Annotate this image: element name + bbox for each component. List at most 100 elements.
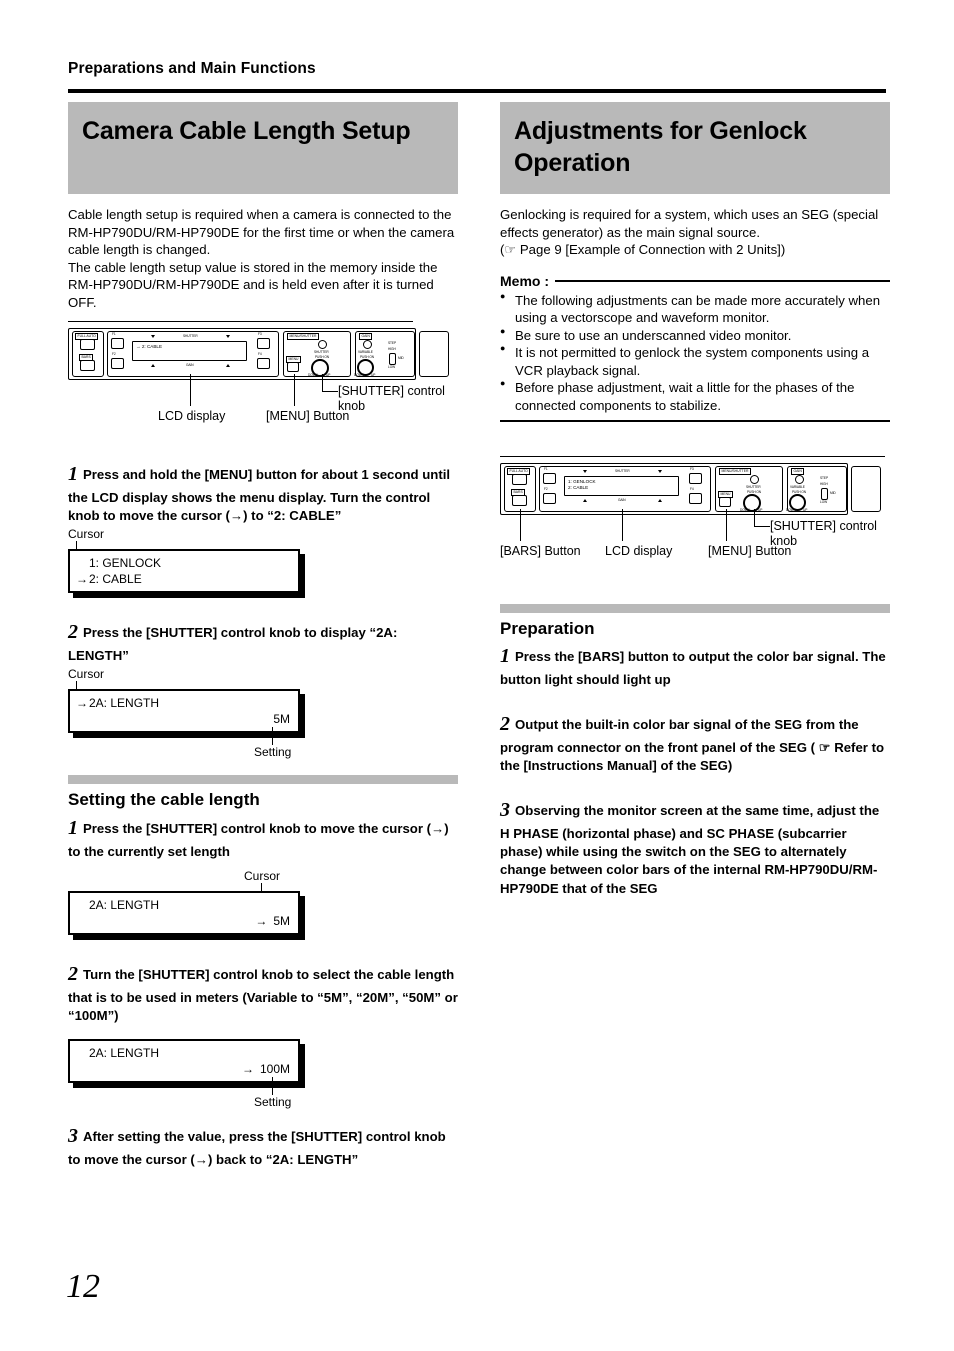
f2-label: F2 bbox=[112, 352, 116, 357]
f2-button[interactable] bbox=[111, 358, 124, 370]
gain-step-switch[interactable] bbox=[389, 353, 396, 366]
lcd-example-2-line-1-cursor: → bbox=[76, 696, 88, 711]
shutter-right-arrow-icon bbox=[226, 335, 230, 339]
lcd-example-4-line-2: → 100M bbox=[76, 1062, 290, 1078]
preparation-step-2-text: Output the built-in color bar signal of … bbox=[500, 717, 885, 774]
right-shutter-top-label: SHUTTER bbox=[615, 469, 630, 474]
right-f1-button[interactable] bbox=[543, 473, 556, 485]
preparation-step-1: 1 Press the [BARS] button to output the c… bbox=[500, 643, 890, 689]
right-bars-button[interactable] bbox=[512, 495, 527, 507]
right-panel-group-partial bbox=[851, 466, 881, 513]
preparation-step-2: 2 Output the built-in color bar signal of… bbox=[500, 711, 890, 775]
lcd-example-1-line-2: → 2: CABLE bbox=[76, 572, 290, 588]
right-menu-shutter-group-label: MENU/SHUTTER bbox=[719, 468, 751, 475]
right-title-band: Adjustments for Genlock Operation bbox=[500, 102, 890, 194]
subsection-step-3-number: 3 bbox=[68, 1124, 78, 1147]
right-f2-button[interactable] bbox=[543, 493, 556, 505]
right-device-front-panel: FULL AUTO BARS F1 F2 SHUTTER 1: GENLOCK 2… bbox=[500, 463, 881, 516]
right-column: Adjustments for Genlock Operation Genloc… bbox=[500, 102, 890, 898]
lcd-display: → 2: CABLE bbox=[132, 341, 247, 362]
f1-button[interactable] bbox=[111, 338, 124, 350]
right-lcd-display: 1: GENLOCK 2: CABLE bbox=[564, 476, 679, 497]
lcd-example-1-line-1-text: 1: GENLOCK bbox=[89, 556, 162, 571]
right-callout-lcd-display: LCD display bbox=[605, 544, 673, 559]
left-step-1-text: Press and hold the [MENU] button for abo… bbox=[68, 467, 451, 524]
lcd-example-2: → 2A: LENGTH 5M bbox=[68, 689, 300, 734]
left-page-title: Camera Cable Length Setup bbox=[82, 117, 411, 145]
lcd-example-3-wrap: Cursor 2A: LENGTH → 5M bbox=[68, 869, 458, 935]
left-title-band: Camera Cable Length Setup bbox=[68, 102, 458, 194]
subsection-step-2-number: 2 bbox=[68, 962, 78, 985]
bars-button[interactable] bbox=[80, 360, 95, 372]
device-front-panel: FULL AUTO BARS F1 F2 SHUTTER → 2: CABLE … bbox=[68, 328, 449, 381]
right-f2-label: F2 bbox=[544, 487, 548, 492]
left-step-2-text: Press the [SHUTTER] control knob to disp… bbox=[68, 625, 398, 663]
lcd-example-4-line-1: 2A: LENGTH bbox=[76, 1046, 290, 1062]
right-step-mid-label: MID bbox=[830, 491, 836, 496]
leader-menu bbox=[294, 374, 295, 407]
right-intro-paragraph-1: Genlocking is required for a system, whi… bbox=[500, 207, 879, 240]
preparation-step-3-text: Observing the monitor screen at the same… bbox=[500, 803, 880, 896]
lcd-example-1-line-2-text: 2: CABLE bbox=[89, 572, 142, 587]
f3-button[interactable] bbox=[257, 338, 270, 350]
preparation-bar bbox=[500, 604, 890, 614]
leader-shutter bbox=[322, 374, 323, 392]
right-leader-shutter-h bbox=[754, 526, 770, 528]
left-intro-paragraph-2: The cable length setup value is stored i… bbox=[68, 259, 438, 310]
subsection-bar bbox=[68, 775, 458, 785]
right-full-auto-button[interactable] bbox=[512, 474, 527, 486]
variable-label: VARIABLE bbox=[358, 350, 373, 355]
lcd-example-2-value: 5M bbox=[273, 712, 290, 727]
header-divider bbox=[68, 89, 886, 93]
memo-item: The following adjustments can be made mo… bbox=[500, 291, 890, 327]
right-shutter-right-arrow-icon bbox=[658, 470, 662, 474]
menu-shutter-group-label: MENU/SHUTTER bbox=[287, 333, 319, 340]
lcd-example-2-setting-leader bbox=[272, 727, 273, 746]
memo-item: Before phase adjustment, wait a little f… bbox=[500, 378, 890, 414]
subsection-step-1-number: 1 bbox=[68, 817, 78, 840]
right-shutter-left-arrow-icon bbox=[583, 470, 587, 474]
shutter-up-label: UP bbox=[326, 373, 331, 378]
manual-page: Preparations and Main Functions Camera C… bbox=[0, 0, 954, 1351]
preparation-step-3-number: 3 bbox=[500, 799, 510, 822]
right-leader-menu bbox=[726, 509, 727, 542]
subsection-step-2: 2 Turn the [SHUTTER] control knob to sele… bbox=[68, 961, 458, 1025]
right-gain-step-switch[interactable] bbox=[821, 488, 828, 501]
step-low-label: LOW bbox=[388, 365, 396, 370]
full-auto-button[interactable] bbox=[80, 339, 95, 351]
shutter-top-label: SHUTTER bbox=[183, 334, 198, 339]
f4-label: F4 bbox=[258, 352, 262, 357]
preparation-step-3: 3 Observing the monitor screen at the sam… bbox=[500, 797, 890, 897]
right-lcd-line-2: 2: CABLE bbox=[568, 485, 589, 491]
right-step-high-label: HIGH bbox=[820, 482, 828, 487]
callout-menu-button: [MENU] Button bbox=[266, 409, 350, 424]
left-step-2-number: 2 bbox=[68, 621, 78, 644]
lcd-example-4: 2A: LENGTH → 100M bbox=[68, 1038, 300, 1083]
right-lcd-line-1: 1: GENLOCK bbox=[568, 479, 596, 485]
right-step-label: STEP bbox=[820, 476, 829, 481]
right-f3-button[interactable] bbox=[689, 473, 702, 485]
lcd-example-2-cursor-label: Cursor bbox=[68, 667, 105, 682]
gain-left-arrow-icon bbox=[151, 364, 155, 368]
right-leader-lcd bbox=[622, 509, 623, 542]
lcd-example-1-cursor-label: Cursor bbox=[68, 527, 105, 542]
lcd-example-2-wrap: Cursor → 2A: LENGTH 5M Setting bbox=[68, 667, 458, 759]
lcd-example-3-line-2: → 5M bbox=[76, 914, 290, 930]
right-panel-figure: FULL AUTO BARS F1 F2 SHUTTER 1: GENLOCK 2… bbox=[500, 456, 890, 586]
right-gain-left-arrow-icon bbox=[583, 499, 587, 503]
lcd-example-1-line-2-cursor: → bbox=[76, 572, 88, 587]
right-menu-button[interactable] bbox=[719, 497, 731, 508]
lcd-example-3-line-1-text: 2A: LENGTH bbox=[89, 897, 160, 912]
right-page-title: Adjustments for Genlock Operation bbox=[514, 117, 807, 177]
left-panel-figure: FULL AUTO BARS F1 F2 SHUTTER → 2: CABLE … bbox=[68, 321, 458, 439]
f4-button[interactable] bbox=[257, 358, 270, 370]
lcd-example-4-line-1-text: 2A: LENGTH bbox=[89, 1045, 160, 1060]
right-f4-button[interactable] bbox=[689, 493, 702, 505]
lcd-example-2-line-1-text: 2A: LENGTH bbox=[89, 696, 160, 711]
menu-button[interactable] bbox=[287, 362, 299, 373]
left-intro-text: Cable length setup is required when a ca… bbox=[68, 206, 458, 311]
right-leader-shutter bbox=[754, 509, 755, 527]
memo-header: Memo : bbox=[500, 273, 890, 289]
right-intro-reference: (☞ Page 9 [Example of Connection with 2 … bbox=[500, 242, 786, 258]
lcd-example-3-line-1: 2A: LENGTH bbox=[76, 898, 290, 914]
